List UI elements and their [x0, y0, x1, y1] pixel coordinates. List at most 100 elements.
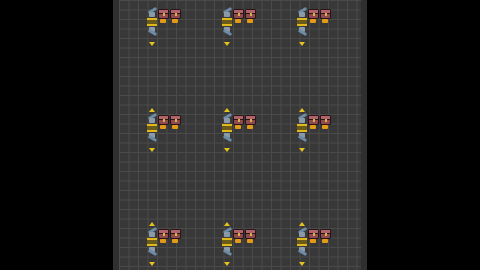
item-icon	[322, 239, 328, 243]
item-icon	[172, 125, 178, 129]
wooden-chest-icon[interactable]	[170, 9, 181, 19]
chest-lock	[163, 13, 165, 16]
wooden-chest-icon[interactable]	[308, 115, 319, 125]
inserter-base	[149, 232, 155, 237]
wooden-chest-icon[interactable]	[320, 229, 331, 239]
chest-lock	[325, 13, 327, 16]
inserter-arm	[147, 134, 158, 143]
wooden-chest-icon[interactable]	[158, 115, 169, 125]
chest-lock	[325, 233, 327, 236]
transport-belt-icon[interactable]	[147, 18, 157, 26]
item-icon	[247, 125, 253, 129]
inserter-arm	[297, 28, 308, 37]
inserter-icon[interactable]	[146, 226, 158, 237]
wooden-chest-icon[interactable]	[233, 9, 244, 19]
entity-cluster[interactable]	[296, 222, 340, 266]
wooden-chest-icon[interactable]	[170, 115, 181, 125]
inserter-icon[interactable]	[296, 247, 308, 257]
wooden-chest-icon[interactable]	[158, 229, 169, 239]
inserter-icon[interactable]	[146, 112, 158, 123]
transport-belt-icon[interactable]	[147, 124, 157, 132]
wooden-chest-icon[interactable]	[320, 115, 331, 125]
build-grid[interactable]	[119, 0, 361, 270]
inserter-arm	[222, 28, 233, 37]
game-viewport[interactable]	[113, 0, 367, 270]
inserter-icon[interactable]	[146, 27, 158, 37]
transport-belt-icon[interactable]	[297, 238, 307, 246]
entity-cluster[interactable]	[146, 108, 190, 152]
item-icon	[322, 19, 328, 23]
entity-cluster[interactable]	[221, 222, 265, 266]
chest-lock	[238, 13, 240, 16]
inserter-icon[interactable]	[146, 247, 158, 257]
arrow-up-icon	[299, 222, 305, 226]
arrow-up-icon	[149, 222, 155, 226]
wooden-chest-icon[interactable]	[233, 115, 244, 125]
item-icon	[310, 125, 316, 129]
arrow-down-icon	[149, 262, 155, 266]
transport-belt-icon[interactable]	[297, 124, 307, 132]
chest-lock	[163, 119, 165, 122]
entity-cluster[interactable]	[296, 108, 340, 152]
wooden-chest-icon[interactable]	[158, 9, 169, 19]
inserter-icon[interactable]	[221, 247, 233, 257]
transport-belt-icon[interactable]	[222, 18, 232, 26]
inserter-base	[299, 12, 305, 17]
chest-lock	[238, 233, 240, 236]
entity-cluster[interactable]	[146, 2, 190, 46]
inserter-icon[interactable]	[296, 6, 308, 17]
inserter-icon[interactable]	[221, 112, 233, 123]
wooden-chest-icon[interactable]	[245, 9, 256, 19]
inserter-base	[299, 118, 305, 123]
wooden-chest-icon[interactable]	[170, 229, 181, 239]
item-icon	[247, 239, 253, 243]
wooden-chest-icon[interactable]	[233, 229, 244, 239]
chest-lock	[238, 119, 240, 122]
arrow-down-icon	[149, 148, 155, 152]
chest-lock	[325, 119, 327, 122]
inserter-arm	[222, 134, 233, 143]
inserter-base	[149, 118, 155, 123]
chest-lock	[313, 119, 315, 122]
arrow-down-icon	[224, 42, 230, 46]
inserter-base	[224, 12, 230, 17]
inserter-icon[interactable]	[296, 27, 308, 37]
entity-cluster[interactable]	[296, 2, 340, 46]
arrow-down-icon	[299, 42, 305, 46]
transport-belt-icon[interactable]	[222, 124, 232, 132]
item-icon	[160, 125, 166, 129]
inserter-icon[interactable]	[296, 133, 308, 143]
inserter-icon[interactable]	[296, 226, 308, 237]
chest-lock	[175, 119, 177, 122]
chest-lock	[313, 13, 315, 16]
inserter-arm	[297, 248, 308, 257]
chest-lock	[163, 233, 165, 236]
item-icon	[172, 19, 178, 23]
item-icon	[247, 19, 253, 23]
inserter-icon[interactable]	[146, 133, 158, 143]
wooden-chest-icon[interactable]	[245, 115, 256, 125]
chest-lock	[175, 233, 177, 236]
wooden-chest-icon[interactable]	[308, 229, 319, 239]
item-icon	[235, 19, 241, 23]
transport-belt-icon[interactable]	[147, 238, 157, 246]
inserter-icon[interactable]	[221, 133, 233, 143]
entity-cluster[interactable]	[221, 2, 265, 46]
inserter-icon[interactable]	[146, 6, 158, 17]
wooden-chest-icon[interactable]	[245, 229, 256, 239]
item-icon	[310, 19, 316, 23]
wooden-chest-icon[interactable]	[308, 9, 319, 19]
inserter-icon[interactable]	[221, 27, 233, 37]
entity-cluster[interactable]	[221, 108, 265, 152]
transport-belt-icon[interactable]	[222, 238, 232, 246]
transport-belt-icon[interactable]	[297, 18, 307, 26]
chest-lock	[250, 119, 252, 122]
wooden-chest-icon[interactable]	[320, 9, 331, 19]
inserter-icon[interactable]	[221, 226, 233, 237]
inserter-icon[interactable]	[221, 6, 233, 17]
arrow-up-icon	[299, 108, 305, 112]
item-icon	[322, 125, 328, 129]
inserter-arm	[297, 134, 308, 143]
inserter-icon[interactable]	[296, 112, 308, 123]
entity-cluster[interactable]	[146, 222, 190, 266]
